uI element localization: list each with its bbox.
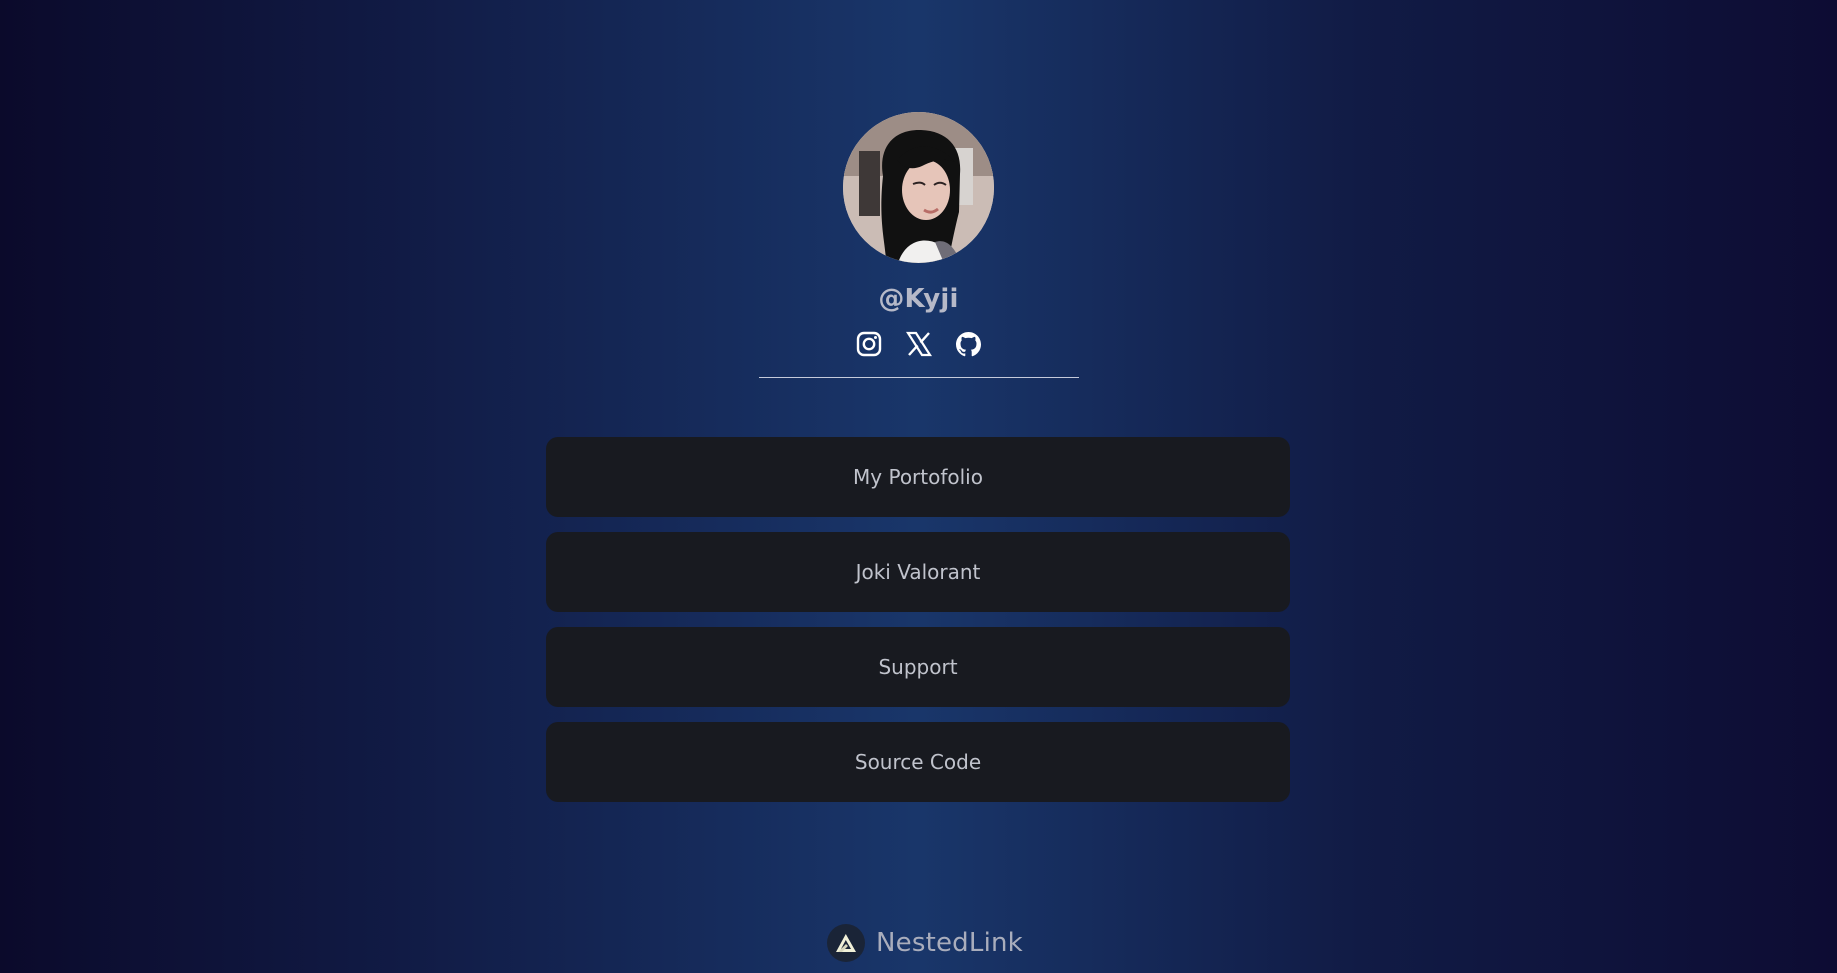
social-links <box>854 331 983 361</box>
x-twitter-icon <box>905 330 933 362</box>
github-icon <box>954 330 983 363</box>
x-twitter-link[interactable] <box>904 330 933 362</box>
link-list: My Portofolio Joki Valorant Support Sour… <box>546 437 1290 802</box>
link-button-support[interactable]: Support <box>546 627 1290 707</box>
avatar <box>843 112 994 263</box>
footer-brand[interactable]: NestedLink <box>827 924 1023 962</box>
instagram-icon <box>855 330 883 362</box>
instagram-link[interactable] <box>854 330 883 362</box>
brand-name: NestedLink <box>876 928 1023 958</box>
github-link[interactable] <box>954 330 983 363</box>
link-button-source-code[interactable]: Source Code <box>546 722 1290 802</box>
nestedlink-logo-icon <box>827 924 865 962</box>
profile-header: @Kyji <box>0 112 1837 378</box>
username: @Kyji <box>878 284 959 314</box>
link-button-joki-valorant[interactable]: Joki Valorant <box>546 532 1290 612</box>
profile-divider <box>758 377 1079 378</box>
link-button-my-portofolio[interactable]: My Portofolio <box>546 437 1290 517</box>
